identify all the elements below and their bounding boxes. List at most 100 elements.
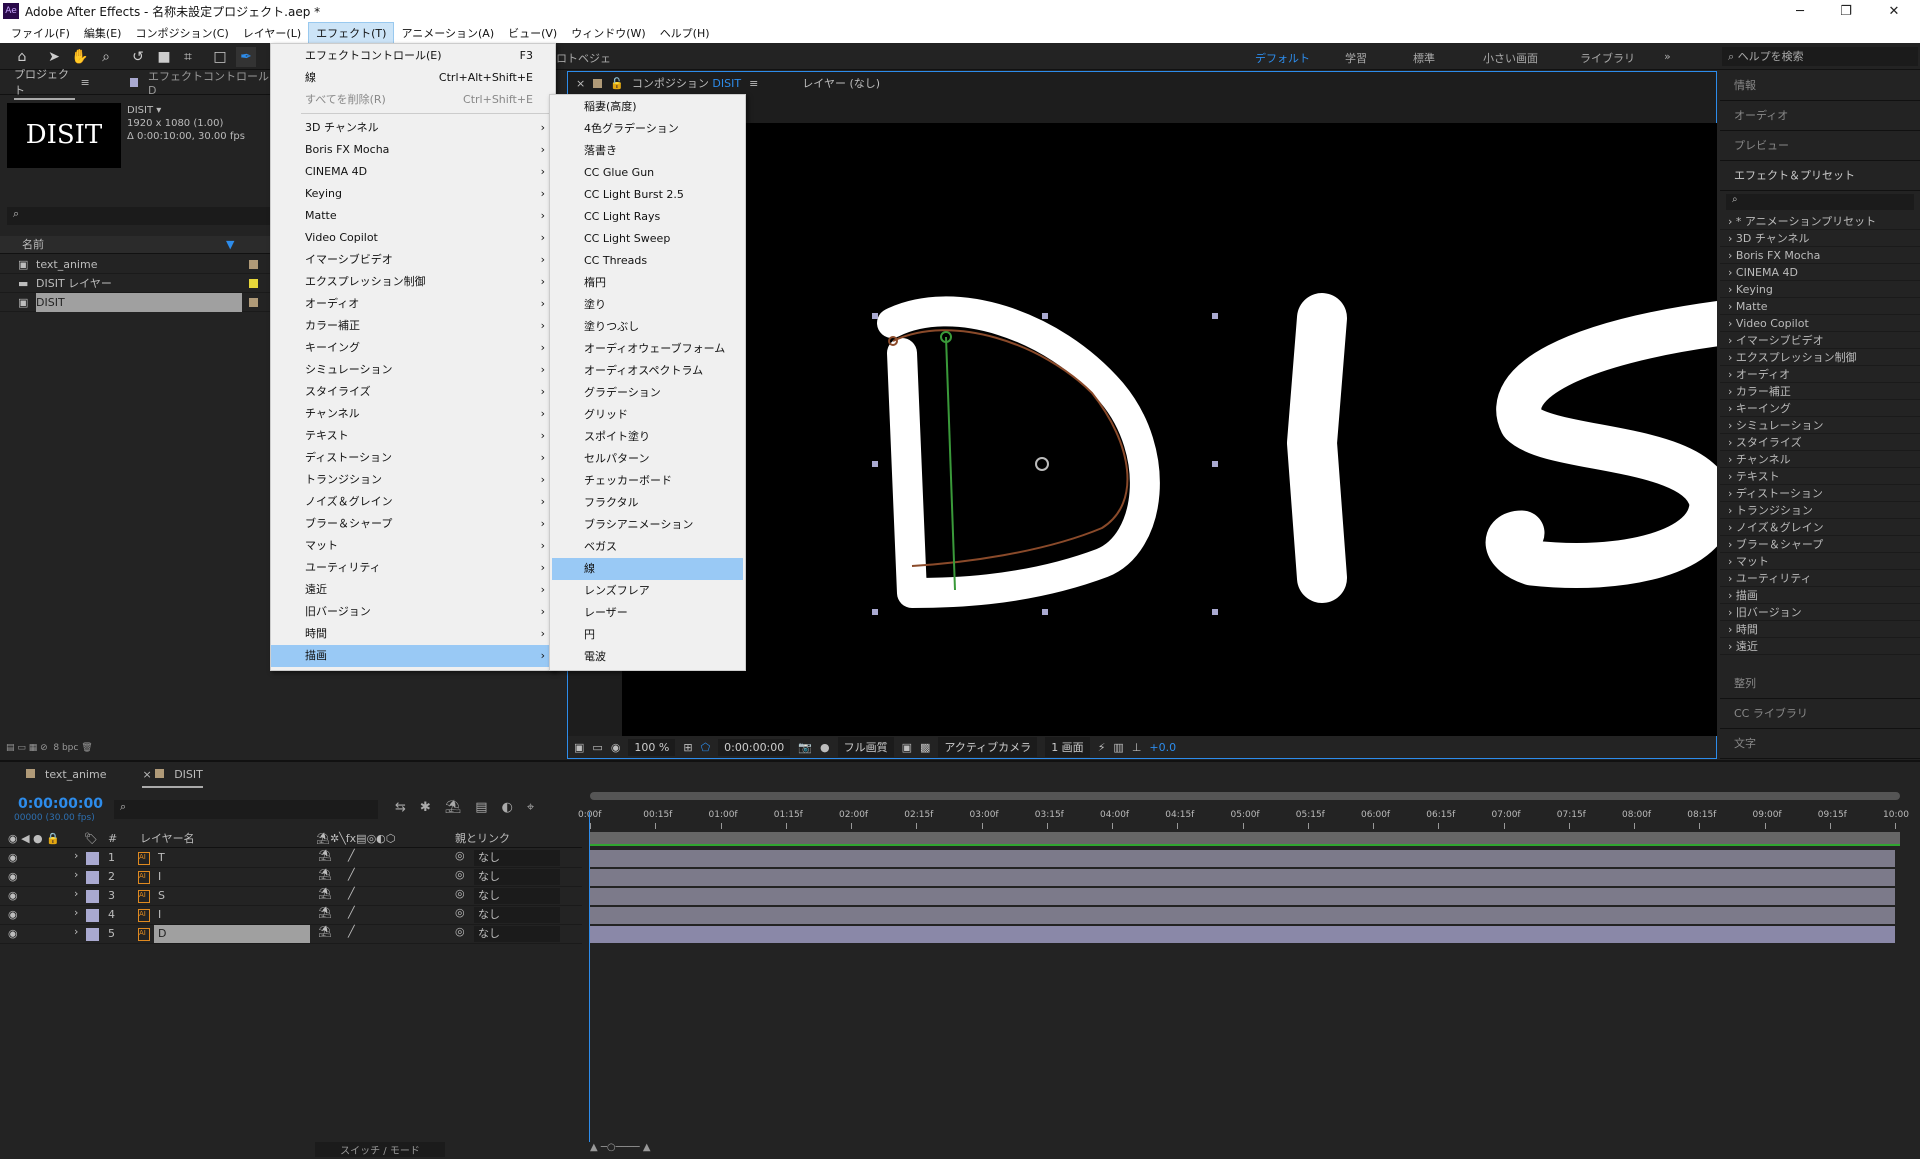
more-workspaces-icon[interactable]: » [1664, 50, 1671, 63]
label-color[interactable] [86, 928, 99, 941]
bpc-button[interactable]: 8 bpc [53, 743, 78, 753]
effects-category[interactable]: › Matte [1720, 298, 1920, 315]
view-layout-dropdown[interactable]: 1 画面 [1045, 737, 1090, 757]
resolution-dropdown[interactable]: フル画質 [837, 737, 894, 757]
hand-tool-icon[interactable]: ✋ [70, 47, 90, 67]
label-color[interactable] [86, 909, 99, 922]
submenu-item[interactable]: 線 [552, 558, 743, 580]
layer-name[interactable]: I [154, 868, 310, 886]
layer-name[interactable]: D [154, 925, 310, 943]
layer-row[interactable]: ◉ › AI ⛱ ╱ ◎ 1 T なし [0, 849, 582, 868]
shy-switch-icon[interactable]: ⛱ [318, 887, 332, 900]
eye-icon[interactable]: ◉ [8, 889, 18, 902]
tab-project[interactable]: プロジェクト [14, 66, 75, 100]
tab-composition[interactable]: コンポジション DISIT [632, 75, 741, 91]
label-color[interactable] [249, 279, 258, 288]
effects-category[interactable]: › ディストーション [1720, 485, 1920, 502]
quality-switch-icon[interactable]: ╱ [348, 849, 355, 862]
submenu-item[interactable]: 電波 [552, 646, 743, 668]
layer-name[interactable]: T [154, 849, 310, 867]
menu-item-category[interactable]: 旧バージョン › [271, 601, 555, 623]
workspace-tab[interactable]: 学習 [1345, 50, 1367, 66]
workspace-tab[interactable]: 標準 [1413, 50, 1435, 66]
effects-category[interactable]: › 旧バージョン [1720, 604, 1920, 621]
comp-name[interactable]: DISIT ▾ [127, 104, 245, 117]
project-item[interactable]: ▣ DISIT [0, 293, 270, 312]
effects-category[interactable]: › Video Copilot [1720, 315, 1920, 332]
layer-duration-bar[interactable] [590, 850, 1895, 867]
menu-item-category[interactable]: CINEMA 4D › [271, 161, 555, 183]
project-search-input[interactable]: ⌕ [7, 207, 270, 225]
submenu-item[interactable]: CC Light Sweep [552, 228, 743, 250]
effects-category[interactable]: › キーイング [1720, 400, 1920, 417]
submenu-item[interactable]: 塗り [552, 294, 743, 316]
quality-switch-icon[interactable]: ╱ [348, 925, 355, 938]
effects-category[interactable]: › スタイライズ [1720, 434, 1920, 451]
menu-item[interactable]: 線 Ctrl+Alt+Shift+E [271, 67, 555, 89]
menu-item-category[interactable]: スタイライズ › [271, 381, 555, 403]
menu-item-category[interactable]: トランジション › [271, 469, 555, 491]
effects-category[interactable]: › トランジション [1720, 502, 1920, 519]
effects-category[interactable]: › チャンネル [1720, 451, 1920, 468]
workspace-tab[interactable]: 小さい画面 [1483, 50, 1538, 66]
camera-tool-icon[interactable]: ■ [154, 47, 174, 67]
layer-row[interactable]: ◉ › AI ⛱ ╱ ◎ 5 D なし [0, 925, 582, 944]
submenu-item[interactable]: スポイト塗り [552, 426, 743, 448]
submenu-item[interactable]: グラデーション [552, 382, 743, 404]
timeline-icon[interactable]: ▥ [1113, 741, 1123, 754]
expand-chevron-icon[interactable]: › [74, 887, 78, 900]
composition-canvas[interactable] [622, 123, 1717, 736]
effects-category[interactable]: › オーディオ [1720, 366, 1920, 383]
close-tab-icon[interactable]: × [576, 77, 585, 90]
pickwhip-icon[interactable]: ◎ [455, 925, 465, 938]
roi-icon[interactable]: ▣ [902, 741, 912, 754]
parent-dropdown[interactable]: なし [474, 850, 560, 866]
tab-effect-controls[interactable]: エフェクトコントロール D [148, 68, 270, 97]
layer-row[interactable]: ◉ › AI ⛱ ╱ ◎ 4 I なし [0, 906, 582, 925]
project-item[interactable]: ▬ DISIT レイヤー [0, 274, 270, 293]
label-color[interactable] [86, 890, 99, 903]
label-color[interactable] [86, 852, 99, 865]
menu-item-category[interactable]: オーディオ › [271, 293, 555, 315]
submenu-item[interactable]: オーディオウェーブフォーム [552, 338, 743, 360]
menu-item-category[interactable]: チャンネル › [271, 403, 555, 425]
layer-name[interactable]: I [154, 906, 310, 924]
zoom-tool-icon[interactable]: ⌕ [96, 47, 116, 67]
submenu-item[interactable]: 塗りつぶし [552, 316, 743, 338]
menu-item[interactable]: エフェクトコントロール(E) F3 [271, 45, 555, 67]
zoom-slider[interactable]: ▲ ─○──── ▲ [590, 1142, 651, 1153]
effects-category[interactable]: › ユーティリティ [1720, 570, 1920, 587]
menu-item-category[interactable]: キーイング › [271, 337, 555, 359]
submenu-item[interactable]: 楕円 [552, 272, 743, 294]
pen-tool-icon[interactable]: ✒ [236, 47, 256, 67]
menu-item-category[interactable]: ノイズ＆グレイン › [271, 491, 555, 513]
shy-switch-icon[interactable]: ⛱ [318, 906, 332, 919]
menu-item-category[interactable]: Video Copilot › [271, 227, 555, 249]
expand-chevron-icon[interactable]: › [74, 849, 78, 862]
layer-row[interactable]: ◉ › AI ⛱ ╱ ◎ 2 I なし [0, 868, 582, 887]
rotate-tool-icon[interactable]: ↺ [128, 47, 148, 67]
time-ruler[interactable]: 0:00f00:15f01:00f01:15f02:00f02:15f03:00… [0, 762, 1920, 832]
effects-category[interactable]: › テキスト [1720, 468, 1920, 485]
minimize-button[interactable]: ─ [1780, 0, 1820, 22]
submenu-item[interactable]: レンズフレア [552, 580, 743, 602]
submenu-item[interactable]: チェッカーボード [552, 470, 743, 492]
menu-item-category[interactable]: ブラー＆シャープ › [271, 513, 555, 535]
zoom-dropdown[interactable]: 100 % [628, 738, 676, 756]
panel-bottom-2[interactable]: 文字 [1720, 729, 1920, 759]
submenu-item[interactable]: CC Light Burst 2.5 [552, 184, 743, 206]
menu-item-category[interactable]: カラー補正 › [271, 315, 555, 337]
submenu-item[interactable]: オーディオスペクトラム [552, 360, 743, 382]
menu-3[interactable]: レイヤー(L) [236, 23, 308, 43]
parent-dropdown[interactable]: なし [474, 869, 560, 885]
help-search-input[interactable]: ⌕ ヘルプを検索 [1722, 47, 1918, 66]
quality-switch-icon[interactable]: ╱ [348, 868, 355, 881]
pickwhip-icon[interactable]: ◎ [455, 868, 465, 881]
eye-icon[interactable]: ◉ [8, 927, 18, 940]
menu-8[interactable]: ヘルプ(H) [653, 23, 717, 43]
mask-toggle-icon[interactable]: ⬠ [701, 741, 711, 754]
submenu-item[interactable]: セルパターン [552, 448, 743, 470]
menu-item-category[interactable]: 描画 › [271, 645, 555, 667]
menu-item-category[interactable]: 時間 › [271, 623, 555, 645]
workspace-tab[interactable]: ライブラリ [1580, 50, 1635, 66]
